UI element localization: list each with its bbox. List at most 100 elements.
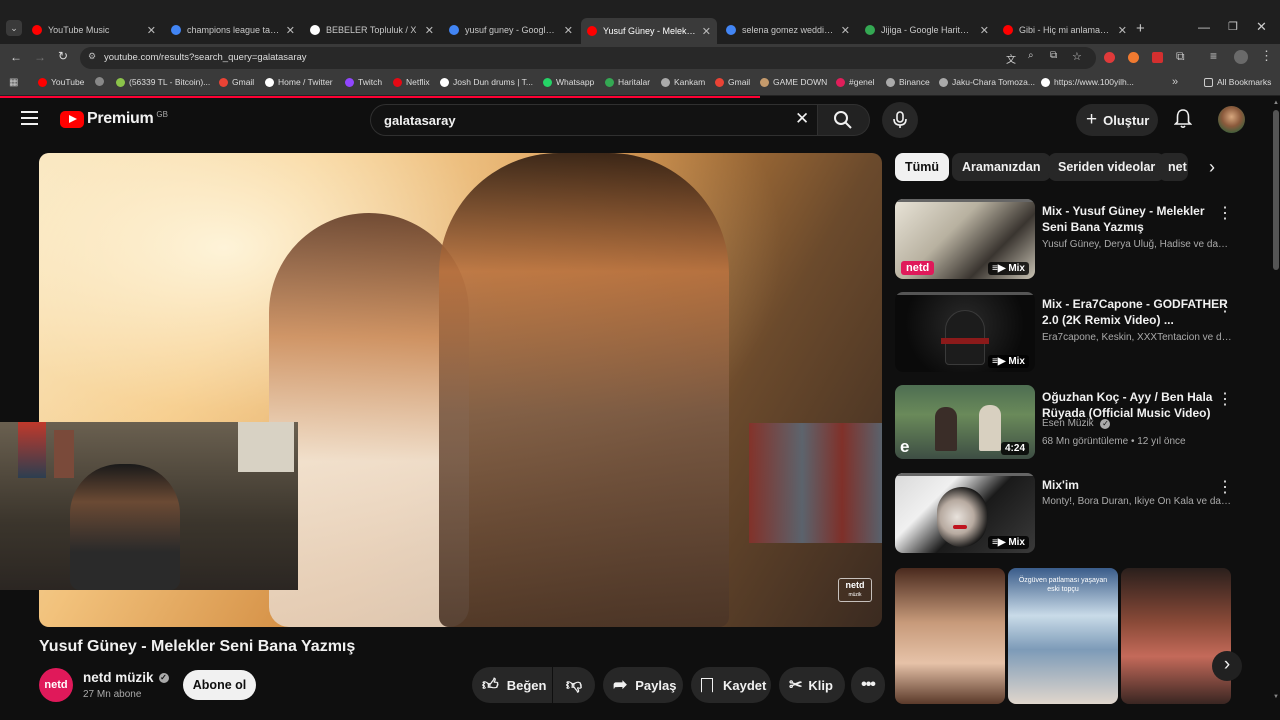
extension-icon-1[interactable] xyxy=(1104,52,1115,63)
clear-search-icon[interactable]: ✕ xyxy=(795,109,809,129)
tab-close-icon[interactable]: ✕ xyxy=(286,24,295,37)
bookmark-item[interactable]: https://www.100yilh... xyxy=(1041,77,1134,87)
channel-avatar[interactable]: netd xyxy=(39,668,73,702)
translate-icon[interactable]: 文 xyxy=(1006,51,1016,66)
apps-grid-icon[interactable]: ▦ xyxy=(9,77,18,88)
recommendation-thumbnail[interactable]: netd ≡▶ Mix xyxy=(895,199,1035,279)
browser-tab[interactable]: yusuf guney - Google'da ... ✕ xyxy=(443,16,579,44)
more-options-icon[interactable]: ⋮ xyxy=(1217,389,1233,409)
extension-icon-2[interactable] xyxy=(1128,52,1139,63)
bookmark-item[interactable]: YouTube xyxy=(38,77,84,87)
more-options-icon[interactable]: ⋮ xyxy=(1217,477,1233,497)
share-button[interactable]: ➦ Paylaş xyxy=(603,667,683,703)
tab-close-icon[interactable]: ✕ xyxy=(702,25,711,38)
browser-tab[interactable]: YouTube Music ✕ xyxy=(26,16,162,44)
browser-tab[interactable]: Gibi - Hiç mi anlamadın ö... ✕ xyxy=(997,16,1133,44)
maximize-button[interactable]: ❐ xyxy=(1228,20,1238,33)
recommendation-item[interactable]: ≡▶ Mix Mix'im Monty!, Bora Duran, İkiye … xyxy=(895,473,1240,557)
media-icon[interactable]: ≡ xyxy=(1210,49,1217,63)
bookmark-item[interactable]: Haritalar xyxy=(605,77,650,87)
create-button[interactable]: + Oluştur xyxy=(1076,104,1158,136)
more-options-icon[interactable]: ⋮ xyxy=(1217,203,1233,223)
tab-close-icon[interactable]: ✕ xyxy=(564,24,573,37)
bookmark-item[interactable]: Home / Twitter xyxy=(265,77,333,87)
back-icon[interactable]: ← xyxy=(10,50,22,64)
recommendation-item[interactable]: ≡▶ Mix Mix - Era7Capone - GODFATHER 2.0 … xyxy=(895,292,1240,376)
clip-button[interactable]: ✂ Klip xyxy=(779,667,845,703)
search-input[interactable]: galatasaray ✕ xyxy=(370,104,818,136)
scrollbar-down-arrow[interactable]: ▼ xyxy=(1273,694,1279,700)
short-thumbnail[interactable]: Özgüven patlaması yaşayan eski topçu xyxy=(1008,568,1118,704)
channel-name[interactable]: netd müzik ✓ xyxy=(83,670,169,685)
page-scrollbar[interactable]: ▲ ▼ xyxy=(1272,98,1280,706)
bookmark-item[interactable]: GAME DOWN xyxy=(760,77,827,87)
recommendation-title[interactable]: Mix'im xyxy=(1042,477,1232,493)
bookmark-item[interactable]: #genel xyxy=(836,77,875,87)
bookmark-item[interactable] xyxy=(95,77,108,86)
youtube-logo[interactable]: Premium GB xyxy=(60,110,168,128)
recommendation-thumbnail[interactable]: ≡▶ Mix xyxy=(895,292,1035,372)
profile-avatar-icon[interactable] xyxy=(1234,50,1248,64)
bookmark-item[interactable]: Kankam xyxy=(661,77,705,87)
chip-from-search[interactable]: Aramanızdan xyxy=(952,153,1051,181)
more-options-icon[interactable]: ⋮ xyxy=(1217,296,1233,316)
short-thumbnail[interactable] xyxy=(895,568,1005,704)
browser-tab[interactable]: champions league table\ ✕ xyxy=(165,16,301,44)
like-button[interactable]: 👍︎ Beğen xyxy=(472,667,552,703)
voice-search-button[interactable] xyxy=(882,102,918,138)
bookmark-item[interactable]: Gmail xyxy=(219,77,254,87)
scrollbar-thumb[interactable] xyxy=(1273,110,1279,270)
recommendation-thumbnail[interactable]: ≡▶ Mix xyxy=(895,473,1035,553)
recommendation-title[interactable]: Mix - Era7Capone - GODFATHER 2.0 (2K Rem… xyxy=(1042,296,1232,328)
chips-next-icon[interactable]: › xyxy=(1198,153,1226,181)
reload-icon[interactable]: ↻ xyxy=(58,49,68,63)
minimize-button[interactable]: — xyxy=(1198,20,1210,34)
tab-close-icon[interactable]: ✕ xyxy=(1118,24,1127,37)
browser-tab[interactable]: Yusuf Güney - Melekler S... ✕ xyxy=(581,18,717,44)
scrollbar-up-arrow[interactable]: ▲ xyxy=(1273,100,1279,106)
url-field[interactable]: ⚙ youtube.com/results?search_query=galat… xyxy=(80,47,1096,69)
bookmark-star-icon[interactable]: ☆ xyxy=(1072,50,1082,63)
bookmark-item[interactable]: Jaku-Chara Tomoza... xyxy=(939,77,1035,87)
browser-tab[interactable]: Jijiga - Google Haritalar ✕ xyxy=(859,16,995,44)
notifications-bell-icon[interactable] xyxy=(1173,109,1193,134)
tab-close-icon[interactable]: ✕ xyxy=(980,24,989,37)
more-actions-button[interactable]: ••• xyxy=(851,667,885,703)
chip-netd[interactable]: net xyxy=(1158,153,1188,181)
recommendation-item[interactable]: netd ≡▶ Mix Mix - Yusuf Güney - Melekler… xyxy=(895,199,1240,283)
zoom-icon[interactable]: ⌕ xyxy=(1028,50,1034,61)
bookmark-item[interactable]: Netflix xyxy=(393,77,430,87)
bookmarks-overflow-icon[interactable]: » xyxy=(1172,76,1178,88)
recommendation-title[interactable]: Oğuzhan Koç - Ayy / Ben Hala Rüyada (Off… xyxy=(1042,389,1232,421)
tab-close-icon[interactable]: ✕ xyxy=(147,24,156,37)
bookmark-item[interactable]: Gmail xyxy=(715,77,750,87)
browser-menu-icon[interactable]: ⋮ xyxy=(1260,48,1273,64)
bookmark-item[interactable]: Twitch xyxy=(345,77,382,87)
recommendation-title[interactable]: Mix - Yusuf Güney - Melekler Seni Bana Y… xyxy=(1042,203,1232,235)
forward-icon[interactable]: → xyxy=(34,50,46,64)
hamburger-menu-icon[interactable] xyxy=(21,111,38,125)
install-icon[interactable]: ⧉ xyxy=(1050,50,1057,61)
search-button[interactable] xyxy=(818,104,870,136)
all-bookmarks[interactable]: All Bookmarks xyxy=(1204,77,1271,87)
recommendation-thumbnail[interactable]: e 4:24 xyxy=(895,385,1035,459)
browser-tab[interactable]: selena gomez wedding - ... ✕ xyxy=(720,16,856,44)
browser-tab[interactable]: BEBELER Topluluk / X ✕ xyxy=(304,16,440,44)
subscribe-button[interactable]: Abone ol xyxy=(183,670,256,700)
shorts-next-button[interactable]: › xyxy=(1212,651,1242,681)
recommendation-item[interactable]: e 4:24 Oğuzhan Koç - Ayy / Ben Hala Rüya… xyxy=(895,385,1240,469)
chip-all[interactable]: Tümü xyxy=(895,153,950,181)
chip-from-series[interactable]: Seriden videolar xyxy=(1048,153,1166,181)
dislike-button[interactable]: 👎︎ xyxy=(553,667,595,703)
short-thumbnail[interactable] xyxy=(1121,568,1231,704)
account-avatar[interactable] xyxy=(1218,106,1245,133)
save-button[interactable]: Kaydet xyxy=(691,667,771,703)
new-tab-button[interactable]: + xyxy=(1136,20,1145,37)
extensions-puzzle-icon[interactable]: ⧉ xyxy=(1176,49,1185,64)
tab-search-icon[interactable]: ⌄ xyxy=(6,20,22,36)
bookmark-item[interactable]: (56339 TL - Bitcoin)... xyxy=(116,77,210,87)
bookmark-item[interactable]: Josh Dun drums | T... xyxy=(440,77,533,87)
bookmark-item[interactable]: Binance xyxy=(886,77,930,87)
tab-close-icon[interactable]: ✕ xyxy=(841,24,850,37)
extension-icon-3[interactable] xyxy=(1152,52,1163,63)
